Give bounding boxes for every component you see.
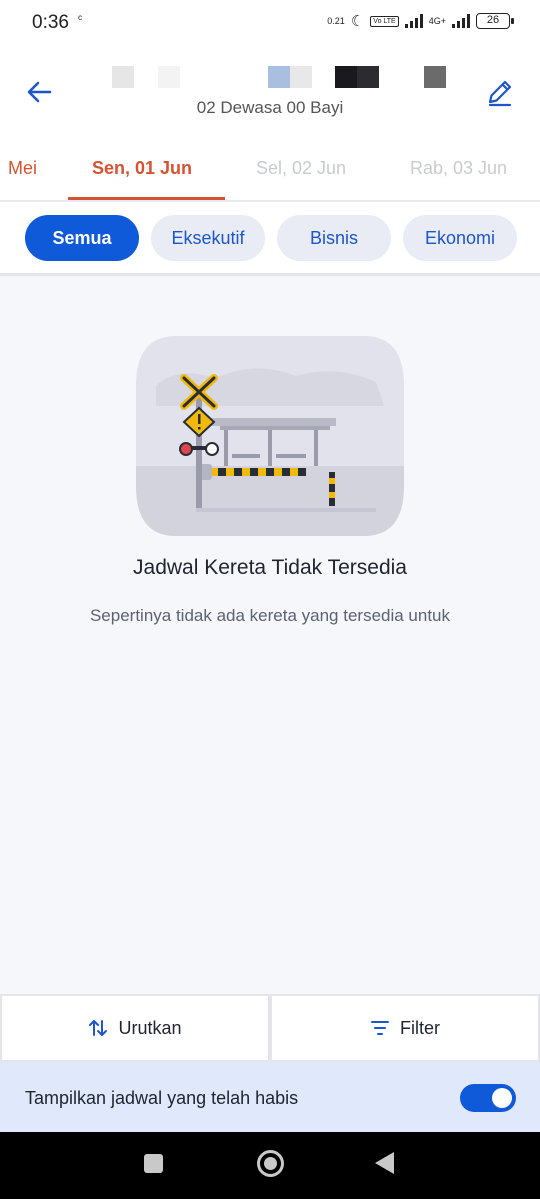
system-nav-bar xyxy=(0,1132,540,1199)
edit-search-button[interactable] xyxy=(484,76,516,108)
status-icons: 0.21 ☾ Vo LTE 4G+ 26 xyxy=(327,12,514,30)
empty-state-title: Jadwal Kereta Tidak Tersedia xyxy=(133,556,407,579)
sort-arrows-icon xyxy=(89,1020,108,1036)
tab-date-active[interactable]: Sen, 01 Jun xyxy=(92,158,192,179)
home-icon[interactable] xyxy=(257,1150,284,1177)
moon-icon: ☾ xyxy=(350,13,365,30)
signal-icon xyxy=(404,14,423,28)
chip-eksekutif[interactable]: Eksekutif xyxy=(151,215,265,261)
sort-button[interactable]: Urutkan xyxy=(0,994,270,1062)
show-soldout-label: Tampilkan jadwal yang telah habis xyxy=(25,1088,299,1108)
passenger-summary: 02 Dewasa 00 Bayi xyxy=(196,98,344,117)
recents-icon[interactable] xyxy=(144,1154,163,1173)
bottom-actions: Urutkan Filter xyxy=(0,994,540,1062)
sort-label: Urutkan xyxy=(118,1017,182,1038)
active-tab-indicator xyxy=(68,197,225,200)
tab-date-prev[interactable]: Mei xyxy=(8,158,37,179)
tab-date-next-2[interactable]: Rab, 03 Jun xyxy=(410,158,507,179)
signal-icon-2 xyxy=(452,14,470,28)
pencil-icon xyxy=(488,80,512,107)
volte-icon: Vo LTE xyxy=(370,15,399,27)
route-title-redacted xyxy=(110,66,450,90)
status-notification-indicator: ᶜ xyxy=(78,12,83,26)
filter-button[interactable]: Filter xyxy=(270,994,540,1062)
date-tabs: Mei Sen, 01 Jun Sel, 02 Jun Rab, 03 Jun xyxy=(0,146,540,202)
chip-semua[interactable]: Semua xyxy=(25,215,139,261)
filter-label: Filter xyxy=(400,1017,440,1038)
status-time: 0:36 xyxy=(32,12,69,33)
railway-crossing-illustration xyxy=(136,336,404,536)
network-speed: 0.21 xyxy=(327,16,345,26)
class-filter-bar: Semua Eksekutif Bisnis Ekonomi xyxy=(0,202,540,276)
show-soldout-toggle[interactable] xyxy=(460,1084,516,1112)
results-content: Jadwal Kereta Tidak Tersedia Sepertinya … xyxy=(0,276,540,994)
battery-icon: 26 xyxy=(476,13,514,29)
app-header: 02 Dewasa 00 Bayi xyxy=(0,46,540,146)
status-bar: 0:36 ᶜ 0.21 ☾ Vo LTE 4G+ 26 xyxy=(0,0,540,46)
toggle-knob xyxy=(492,1088,512,1108)
network-type: 4G+ xyxy=(428,16,446,26)
empty-state-subtitle: Sepertinya tidak ada kereta yang tersedi… xyxy=(89,606,451,625)
tab-date-next-1[interactable]: Sel, 02 Jun xyxy=(256,158,346,179)
show-soldout-row: Tampilkan jadwal yang telah habis xyxy=(0,1062,540,1132)
back-triangle-icon[interactable] xyxy=(375,1152,394,1174)
filter-lines-icon xyxy=(371,1021,389,1035)
chip-bisnis[interactable]: Bisnis xyxy=(277,215,391,261)
chip-ekonomi[interactable]: Ekonomi xyxy=(403,215,517,261)
